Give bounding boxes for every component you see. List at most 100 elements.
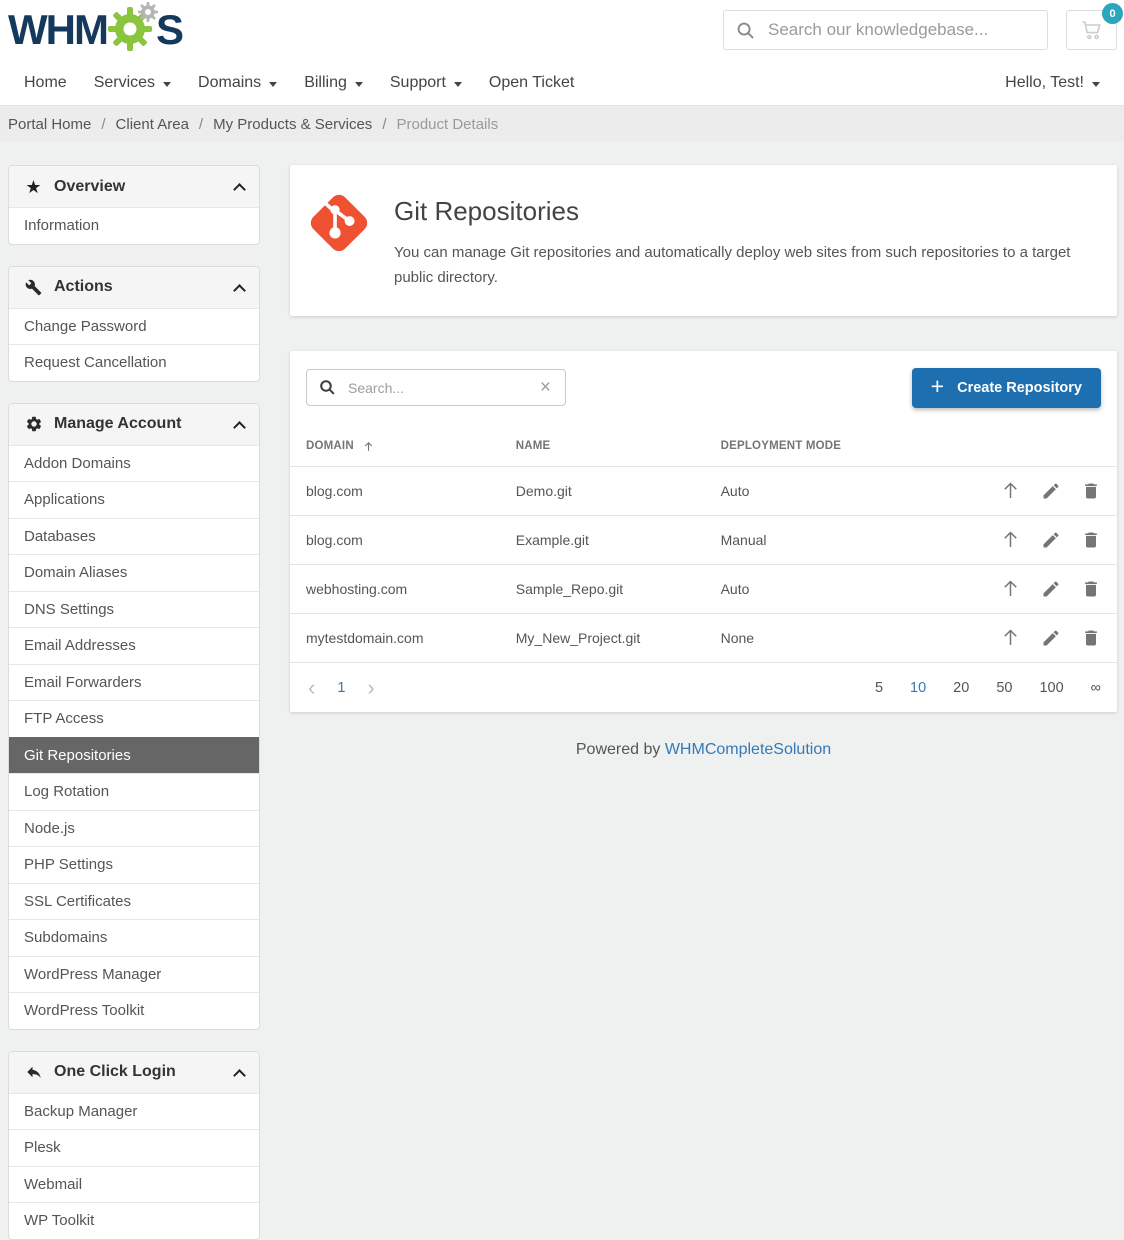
account-menu[interactable]: Hello, Test!: [1005, 74, 1100, 92]
delete-button[interactable]: [1081, 628, 1101, 648]
cart-count-badge: 0: [1102, 3, 1123, 24]
sidebar-item-email-addresses[interactable]: Email Addresses: [9, 627, 259, 664]
page-size-unlimited[interactable]: ∞: [1091, 680, 1101, 696]
chevron-down-icon: [454, 82, 462, 87]
column-header-deployment-mode[interactable]: DEPLOYMENT MODE: [705, 424, 984, 467]
table-toolbar: × + Create Repository: [290, 351, 1117, 424]
chevron-up-icon: [233, 421, 246, 434]
deploy-button[interactable]: [1000, 480, 1021, 501]
column-header-name[interactable]: NAME: [500, 424, 705, 467]
nav-item-services[interactable]: Services: [94, 74, 171, 92]
previous-page-icon[interactable]: ‹: [306, 677, 317, 699]
edit-button[interactable]: [1041, 628, 1061, 648]
whmcompletesolution-link[interactable]: WHMCompleteSolution: [665, 741, 831, 758]
current-page[interactable]: 1: [337, 680, 345, 696]
sidebar-item-backup-manager[interactable]: Backup Manager: [9, 1093, 259, 1130]
breadcrumb-separator: /: [101, 116, 105, 133]
page-size-50[interactable]: 50: [996, 680, 1012, 696]
column-header-domain[interactable]: DOMAIN: [290, 424, 500, 467]
breadcrumb-my-products[interactable]: My Products & Services: [213, 116, 372, 133]
create-repository-label: Create Repository: [957, 380, 1082, 396]
sidebar-item-label: WordPress Manager: [24, 966, 161, 983]
create-repository-button[interactable]: + Create Repository: [912, 368, 1101, 408]
sidebar-item-wordpress-toolkit[interactable]: WordPress Toolkit: [9, 992, 259, 1029]
column-header-actions: [984, 424, 1117, 467]
edit-button[interactable]: [1041, 530, 1061, 550]
sidebar-item-email-forwarders[interactable]: Email Forwarders: [9, 664, 259, 701]
sidebar-item-label: WordPress Toolkit: [24, 1002, 144, 1019]
sidebar-item-applications[interactable]: Applications: [9, 481, 259, 518]
sidebar-item-wordpress-manager[interactable]: WordPress Manager: [9, 956, 259, 993]
cell-domain: blog.com: [290, 466, 500, 515]
deploy-button[interactable]: [1000, 529, 1021, 550]
breadcrumb: Portal Home / Client Area / My Products …: [0, 105, 1124, 142]
delete-button[interactable]: [1081, 579, 1101, 599]
panel-header-overview[interactable]: ★ Overview: [9, 166, 259, 207]
sidebar-item-information[interactable]: Information: [9, 207, 259, 244]
sidebar-item-ftp-access[interactable]: FTP Access: [9, 700, 259, 737]
sidebar-item-git-repositories[interactable]: Git Repositories: [9, 737, 259, 774]
nav-item-domains[interactable]: Domains: [198, 74, 277, 92]
deploy-button[interactable]: [1000, 578, 1021, 599]
panel-title: One Click Login: [54, 1063, 176, 1081]
wrench-icon: [24, 279, 43, 296]
panel-header-one-click-login[interactable]: One Click Login: [9, 1052, 259, 1093]
cell-domain: blog.com: [290, 515, 500, 564]
page-size-100[interactable]: 100: [1039, 680, 1063, 696]
edit-button[interactable]: [1041, 579, 1061, 599]
sidebar-item-label: Log Rotation: [24, 783, 109, 800]
page-size-20[interactable]: 20: [953, 680, 969, 696]
main-content: Git Repositories You can manage Git repo…: [290, 165, 1117, 791]
search-icon: [736, 21, 755, 40]
page-title: Git Repositories: [394, 196, 1084, 227]
sidebar-item-label: Email Forwarders: [24, 674, 142, 691]
table-search-input[interactable]: [346, 379, 538, 397]
nav-item-billing[interactable]: Billing: [304, 74, 363, 92]
page-size-5[interactable]: 5: [875, 680, 883, 696]
clear-search-icon[interactable]: ×: [538, 378, 553, 397]
sidebar-item-nodejs[interactable]: Node.js: [9, 810, 259, 847]
panel-title: Actions: [54, 278, 113, 296]
sidebar-item-change-password[interactable]: Change Password: [9, 308, 259, 345]
nav-item-home[interactable]: Home: [24, 74, 67, 92]
panel-header-manage-account[interactable]: Manage Account: [9, 404, 259, 445]
sidebar-item-ssl-certificates[interactable]: SSL Certificates: [9, 883, 259, 920]
deploy-button[interactable]: [1000, 627, 1021, 648]
cart-button[interactable]: 0: [1066, 10, 1117, 50]
breadcrumb-client-area[interactable]: Client Area: [116, 116, 189, 133]
sidebar-item-log-rotation[interactable]: Log Rotation: [9, 773, 259, 810]
page-size-10[interactable]: 10: [910, 680, 926, 696]
sidebar-item-webmail[interactable]: Webmail: [9, 1166, 259, 1203]
knowledgebase-search-input[interactable]: [766, 19, 1035, 41]
sidebar-item-addon-domains[interactable]: Addon Domains: [9, 445, 259, 482]
sidebar-item-label: PHP Settings: [24, 856, 113, 873]
cell-domain: webhosting.com: [290, 564, 500, 613]
cell-name: Sample_Repo.git: [500, 564, 705, 613]
sidebar-item-wp-toolkit[interactable]: WP Toolkit: [9, 1202, 259, 1239]
whmcs-logo[interactable]: WHM S: [8, 1, 182, 60]
sidebar-item-php-settings[interactable]: PHP Settings: [9, 846, 259, 883]
delete-button[interactable]: [1081, 530, 1101, 550]
powered-by-label: Powered by: [576, 741, 661, 758]
footer: Powered by WHMCompleteSolution: [290, 741, 1117, 791]
nav-item-support[interactable]: Support: [390, 74, 462, 92]
chevron-down-icon: [163, 82, 171, 87]
sidebar-item-databases[interactable]: Databases: [9, 518, 259, 555]
sidebar-item-subdomains[interactable]: Subdomains: [9, 919, 259, 956]
sidebar-item-label: Email Addresses: [24, 637, 136, 654]
breadcrumb-current: Product Details: [396, 116, 498, 133]
sidebar-item-domain-aliases[interactable]: Domain Aliases: [9, 554, 259, 591]
breadcrumb-portal-home[interactable]: Portal Home: [8, 116, 91, 133]
table-row: mytestdomain.com My_New_Project.git None: [290, 613, 1117, 662]
nav-label: Billing: [304, 74, 347, 92]
sidebar-item-label: Information: [24, 217, 99, 234]
edit-button[interactable]: [1041, 481, 1061, 501]
sidebar-item-request-cancellation[interactable]: Request Cancellation: [9, 344, 259, 381]
panel-header-actions[interactable]: Actions: [9, 267, 259, 308]
next-page-icon[interactable]: ›: [365, 677, 376, 699]
sidebar-item-dns-settings[interactable]: DNS Settings: [9, 591, 259, 628]
sidebar-item-plesk[interactable]: Plesk: [9, 1129, 259, 1166]
delete-button[interactable]: [1081, 481, 1101, 501]
cell-deployment-mode: Auto: [705, 564, 984, 613]
nav-item-open-ticket[interactable]: Open Ticket: [489, 74, 574, 92]
